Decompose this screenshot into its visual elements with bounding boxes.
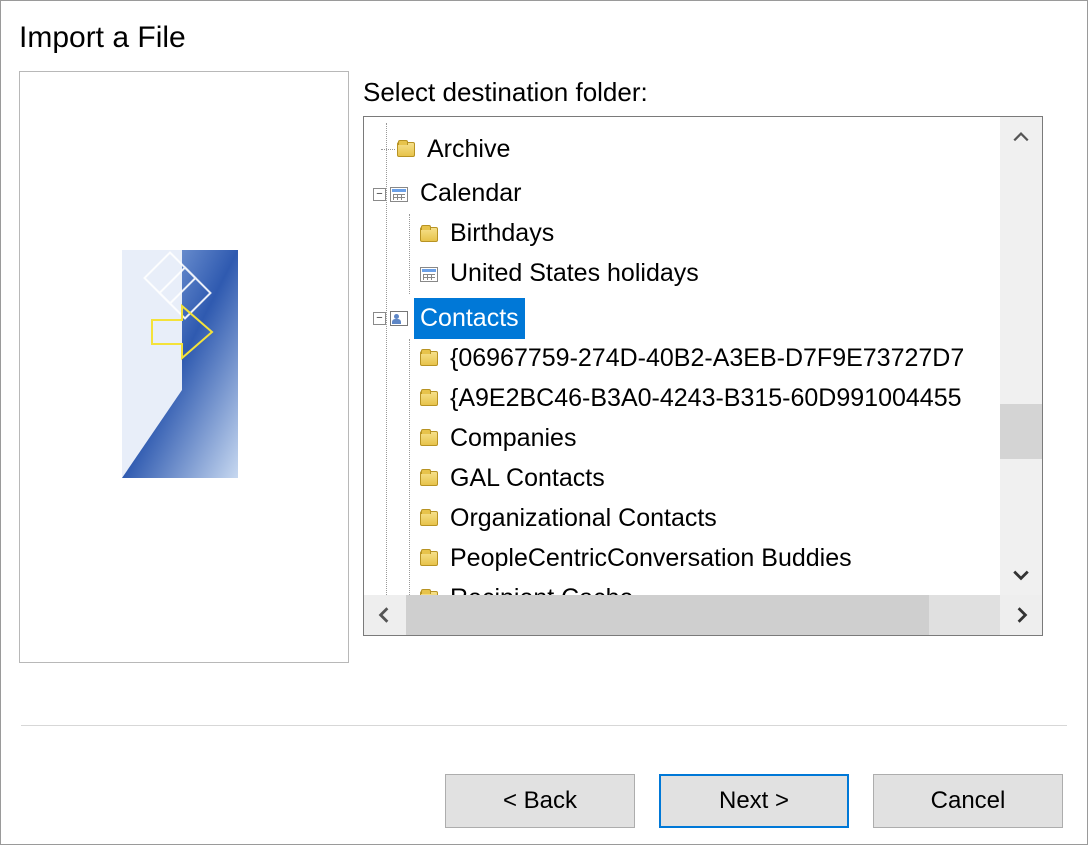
tree-item-label: United States holidays: [444, 253, 705, 295]
tree-item-pcc[interactable]: PeopleCentricConversation Buddies: [420, 539, 1000, 579]
dialog-title: Import a File: [1, 1, 1087, 61]
contacts-icon: [390, 311, 408, 326]
tree-item-us-holidays[interactable]: United States holidays: [420, 254, 1000, 294]
tree-item-archive[interactable]: Archive: [387, 123, 1000, 170]
horizontal-scrollbar[interactable]: [364, 595, 1042, 635]
scroll-right-button[interactable]: [1002, 595, 1042, 635]
tree-item-label: {A9E2BC46-B3A0-4243-B315-60D991004455: [444, 378, 968, 420]
folder-icon: [420, 391, 438, 406]
separator: [21, 725, 1067, 726]
tree-item-guid1[interactable]: {06967759-274D-40B2-A3EB-D7F9E73727D7: [420, 339, 1000, 379]
folder-icon: [420, 551, 438, 566]
tree-item-label: {06967759-274D-40B2-A3EB-D7F9E73727D7: [444, 338, 970, 380]
wizard-art-pane: [19, 71, 349, 663]
import-wizard-dialog: Import a File: [0, 0, 1088, 845]
folder-icon: [420, 511, 438, 526]
folder-icon: [420, 351, 438, 366]
tree-item-contacts[interactable]: − Contacts {06967759-274D-40B2-A3EB-D7F9…: [387, 294, 1000, 595]
tree-item-label: Birthdays: [444, 213, 560, 255]
folder-icon: [397, 142, 415, 157]
instruction-label: Select destination folder:: [363, 77, 1069, 108]
calendar-icon: [420, 267, 438, 282]
tree-item-org[interactable]: Organizational Contacts: [420, 499, 1000, 539]
tree-item-label: Contacts: [414, 298, 525, 340]
scroll-thumb[interactable]: [1000, 404, 1042, 460]
chevron-up-icon: [1012, 128, 1030, 146]
tree-item-gal[interactable]: GAL Contacts: [420, 459, 1000, 499]
cancel-button[interactable]: Cancel: [873, 774, 1063, 828]
tree-item-label: Calendar: [414, 173, 527, 215]
chevron-left-icon: [375, 606, 393, 624]
tree-item-calendar[interactable]: − Calendar Birthdays: [387, 170, 1000, 295]
scroll-track[interactable]: [1000, 157, 1042, 555]
folder-tree[interactable]: Archive − Calendar: [363, 116, 1043, 636]
tree-item-label: PeopleCentricConversation Buddies: [444, 538, 858, 580]
tree-item-guid2[interactable]: {A9E2BC46-B3A0-4243-B315-60D991004455: [420, 379, 1000, 419]
scroll-left-button[interactable]: [364, 595, 404, 635]
collapse-toggle[interactable]: −: [373, 188, 386, 201]
tree-item-birthdays[interactable]: Birthdays: [420, 214, 1000, 254]
folder-icon: [420, 227, 438, 242]
tree-item-label: Archive: [421, 129, 516, 171]
back-button[interactable]: < Back: [445, 774, 635, 828]
next-button[interactable]: Next >: [659, 774, 849, 828]
collapse-toggle[interactable]: −: [373, 312, 386, 325]
scroll-track[interactable]: [406, 595, 1000, 635]
chevron-right-icon: [1013, 606, 1031, 624]
chevron-down-icon: [1012, 566, 1030, 584]
calendar-icon: [390, 187, 408, 202]
tree-item-label: Recipient Cache: [444, 578, 639, 595]
tree-item-companies[interactable]: Companies: [420, 419, 1000, 459]
scroll-up-button[interactable]: [1000, 117, 1042, 157]
tree-item-label: GAL Contacts: [444, 458, 611, 500]
scroll-thumb[interactable]: [406, 595, 929, 635]
tree-item-label: Organizational Contacts: [444, 498, 723, 540]
tree-item-label: Companies: [444, 418, 582, 460]
scroll-down-button[interactable]: [1000, 555, 1042, 595]
folder-icon: [420, 431, 438, 446]
folder-icon: [420, 471, 438, 486]
wizard-art-icon: [122, 250, 238, 478]
vertical-scrollbar[interactable]: [1000, 117, 1042, 595]
tree-item-recipient-cache[interactable]: Recipient Cache: [420, 579, 1000, 596]
